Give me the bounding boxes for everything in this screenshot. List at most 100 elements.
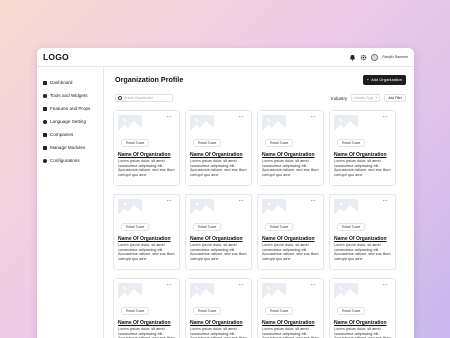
organization-description: Lorem ipsum dolor, sit amet consectetur … <box>118 327 175 338</box>
more-options-icon[interactable]: ··· <box>167 282 172 288</box>
add-organization-button[interactable]: + Add Organization <box>362 74 406 85</box>
page-header: Organization Profile + Add Organization <box>113 67 406 92</box>
add-filter-button[interactable]: Add Filter <box>384 94 406 102</box>
more-options-icon[interactable]: ··· <box>383 198 388 204</box>
bell-icon[interactable] <box>349 54 356 61</box>
more-options-icon[interactable]: ··· <box>239 282 244 288</box>
sidebar-item-label: Manage Modules <box>50 145 86 150</box>
organization-card[interactable]: ··· Retail Trade Name Of Organization Lo… <box>113 278 180 338</box>
organization-card[interactable]: ··· Retail Trade Name Of Organization Lo… <box>329 278 396 338</box>
industry-badge: Retail Trade <box>337 139 366 147</box>
sidebar-item-label: Configurations <box>50 158 80 163</box>
sidebar-item-label: Dashboard <box>50 80 73 85</box>
organization-card[interactable]: ··· Retail Trade Name Of Organization Lo… <box>257 110 324 186</box>
logo: LOGO <box>43 52 69 62</box>
more-options-icon[interactable]: ··· <box>167 198 172 204</box>
organization-card[interactable]: ··· Retail Trade Name Of Organization Lo… <box>257 278 324 338</box>
sidebar: Dashboard Tools and Widgets Features and… <box>37 67 104 338</box>
image-placeholder-icon <box>334 115 358 131</box>
tools-icon <box>43 93 47 98</box>
industry-type-select[interactable]: Industry Type ˅ <box>351 94 381 102</box>
more-options-icon[interactable]: ··· <box>167 114 172 120</box>
user-name[interactable]: Ranjith Ramesh <box>382 55 408 59</box>
industry-badge: Retail Trade <box>337 223 366 231</box>
organization-description: Lorem ipsum dolor, sit amet consectetur … <box>190 159 247 177</box>
more-options-icon[interactable]: ··· <box>239 114 244 120</box>
sidebar-item-label: Tools and Widgets <box>50 93 88 98</box>
organization-card[interactable]: ··· Retail Trade Name Of Organization Lo… <box>257 194 324 270</box>
add-filter-label: Add Filter <box>388 96 402 100</box>
organization-card[interactable]: ··· Retail Trade Name Of Organization Lo… <box>113 194 180 270</box>
organization-name[interactable]: Name Of Organization <box>262 236 319 242</box>
building-icon <box>43 132 47 137</box>
organization-description: Lorem ipsum dolor, sit amet consectetur … <box>262 327 319 338</box>
organization-description: Lorem ipsum dolor, sit amet consectetur … <box>262 243 319 261</box>
organization-card[interactable]: ··· Retail Trade Name Of Organization Lo… <box>185 110 252 186</box>
industry-label: Industry <box>331 95 348 101</box>
organization-grid: ··· Retail Trade Name Of Organization Lo… <box>113 110 406 338</box>
top-right-actions: Ranjith Ramesh <box>349 53 408 61</box>
more-options-icon[interactable]: ··· <box>383 282 388 288</box>
image-placeholder-icon <box>118 199 142 215</box>
organization-name[interactable]: Name Of Organization <box>118 152 175 158</box>
more-options-icon[interactable]: ··· <box>311 282 316 288</box>
industry-badge: Retail Trade <box>337 307 366 315</box>
app-window: LOGO Ranjith Ramesh Dashboard Tools and … <box>37 48 414 338</box>
grid-icon <box>43 80 47 85</box>
page-title: Organization Profile <box>115 75 184 84</box>
organization-description: Lorem ipsum dolor, sit amet consectetur … <box>334 327 391 338</box>
sidebar-item-configurations[interactable]: Configurations <box>37 154 103 167</box>
plus-icon: + <box>366 77 370 82</box>
organization-name[interactable]: Name Of Organization <box>190 152 247 158</box>
avatar[interactable] <box>371 53 379 61</box>
organization-name[interactable]: Name Of Organization <box>118 236 175 242</box>
sidebar-item-modules[interactable]: Manage Modules <box>37 141 103 154</box>
organization-description: Lorem ipsum dolor, sit amet consectetur … <box>262 159 319 177</box>
industry-badge: Retail Trade <box>265 307 294 315</box>
organization-name[interactable]: Name Of Organization <box>334 320 391 326</box>
organization-description: Lorem ipsum dolor, sit amet consectetur … <box>334 159 391 177</box>
organization-card[interactable]: ··· Retail Trade Name Of Organization Lo… <box>185 194 252 270</box>
more-options-icon[interactable]: ··· <box>383 114 388 120</box>
image-placeholder-icon <box>334 199 358 215</box>
filter-row: Search Organization Industry Industry Ty… <box>113 92 406 104</box>
organization-name[interactable]: Name Of Organization <box>334 152 391 158</box>
globe-icon <box>43 119 47 124</box>
sidebar-item-language[interactable]: Language Setting <box>37 115 103 128</box>
gear-icon[interactable] <box>360 54 367 61</box>
image-placeholder-icon <box>334 283 358 299</box>
sidebar-item-features[interactable]: Features and Props <box>37 102 103 115</box>
organization-name[interactable]: Name Of Organization <box>334 236 391 242</box>
sidebar-item-companies[interactable]: Companies <box>37 128 103 141</box>
more-options-icon[interactable]: ··· <box>311 114 316 120</box>
more-options-icon[interactable]: ··· <box>239 198 244 204</box>
industry-badge: Retail Trade <box>193 139 222 147</box>
image-placeholder-icon <box>190 199 214 215</box>
main-content: Organization Profile + Add Organization … <box>105 67 414 338</box>
image-placeholder-icon <box>190 283 214 299</box>
organization-name[interactable]: Name Of Organization <box>190 320 247 326</box>
organization-description: Lorem ipsum dolor, sit amet consectetur … <box>190 327 247 338</box>
sidebar-item-tools[interactable]: Tools and Widgets <box>37 89 103 102</box>
top-bar: LOGO Ranjith Ramesh <box>37 48 414 67</box>
more-options-icon[interactable]: ··· <box>311 198 316 204</box>
organization-card[interactable]: ··· Retail Trade Name Of Organization Lo… <box>329 194 396 270</box>
chevron-down-icon: ˅ <box>375 96 378 100</box>
industry-badge: Retail Trade <box>265 223 294 231</box>
image-placeholder-icon <box>262 283 286 299</box>
organization-card[interactable]: ··· Retail Trade Name Of Organization Lo… <box>113 110 180 186</box>
organization-name[interactable]: Name Of Organization <box>262 320 319 326</box>
organization-name[interactable]: Name Of Organization <box>190 236 247 242</box>
gear-icon <box>43 158 47 163</box>
sidebar-item-dashboard[interactable]: Dashboard <box>37 76 103 89</box>
sidebar-item-label: Language Setting <box>50 119 87 124</box>
organization-name[interactable]: Name Of Organization <box>118 320 175 326</box>
industry-badge: Retail Trade <box>265 139 294 147</box>
organization-name[interactable]: Name Of Organization <box>262 152 319 158</box>
image-placeholder-icon <box>262 199 286 215</box>
modules-icon <box>43 145 47 150</box>
search-icon <box>118 96 122 100</box>
organization-card[interactable]: ··· Retail Trade Name Of Organization Lo… <box>185 278 252 338</box>
organization-card[interactable]: ··· Retail Trade Name Of Organization Lo… <box>329 110 396 186</box>
search-input[interactable]: Search Organization <box>115 94 173 102</box>
